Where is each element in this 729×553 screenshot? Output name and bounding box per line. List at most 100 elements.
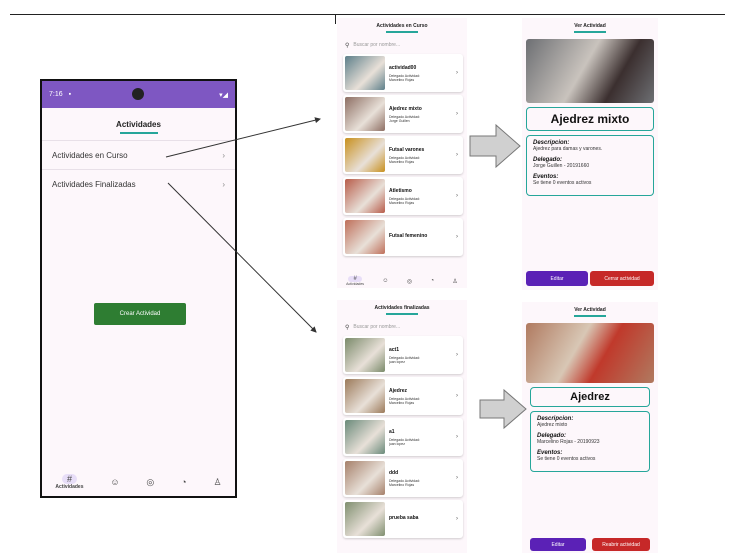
camera-icon: ◎ bbox=[146, 476, 155, 487]
activity-card[interactable]: Futsal varones Delegado Actividad: Marceli… bbox=[343, 136, 463, 174]
card-text: act1 Delegado Actividad: juan lopez bbox=[389, 347, 456, 364]
hash-icon: # bbox=[61, 474, 77, 484]
menu-item-current[interactable]: Actividades en Curso › bbox=[42, 140, 235, 169]
create-activity-button[interactable]: Crear Actividad bbox=[94, 303, 186, 325]
chevron-right-icon: › bbox=[456, 516, 458, 522]
delegate-value: Jorge Guillen - 20191660 bbox=[533, 163, 590, 169]
nav-camera[interactable]: ◎ bbox=[146, 477, 154, 488]
chevron-right-icon: › bbox=[456, 352, 458, 358]
activity-card[interactable]: Ajedrez Delegado Actividad: Marcelino Roja… bbox=[343, 377, 463, 415]
nav-label: Actividades bbox=[55, 484, 84, 490]
canvas: 7:16 ▪ ▾◢ Actividades Actividades en Cur… bbox=[0, 0, 729, 553]
activity-card[interactable]: Ajedrez mixto Delegado Actividad: Jorge Gu… bbox=[343, 95, 463, 133]
title-underline bbox=[119, 132, 158, 134]
camera-icon: ◎ bbox=[406, 278, 413, 285]
delegate-name: Marcelino Rojas bbox=[389, 482, 415, 487]
chevron-right-icon: › bbox=[456, 393, 458, 399]
delegate-name: juan lopez bbox=[389, 441, 405, 446]
activity-info-box: Descripcion: Ajedrez mixto Delegado: Mar… bbox=[530, 411, 650, 472]
activity-card[interactable]: Atletismo Delegado Actividad: Marcelino Ro… bbox=[343, 177, 463, 215]
card-text: a1 Delegado Actividad: juan lopez bbox=[389, 429, 456, 446]
main-phone: 7:16 ▪ ▾◢ Actividades Actividades en Cur… bbox=[40, 79, 237, 498]
chevron-right-icon: › bbox=[456, 70, 458, 76]
events-value: Se tiene 0 eventos activos bbox=[537, 456, 596, 462]
title-underline bbox=[386, 313, 418, 315]
activity-name: Ajedrez mixto bbox=[389, 105, 422, 112]
menu-item-finished[interactable]: Actividades Finalizadas › bbox=[42, 169, 235, 198]
action-buttons: Editar Cerrar actividad bbox=[522, 271, 658, 286]
chevron-right-icon: › bbox=[456, 111, 458, 117]
search-placeholder: Buscar por nombre... bbox=[353, 42, 401, 48]
activity-name: prueba saba bbox=[389, 514, 419, 521]
nav-history[interactable]: ◔ bbox=[430, 278, 434, 284]
title-underline bbox=[386, 31, 418, 33]
camera-notch bbox=[132, 88, 144, 100]
activity-name: Futsal femenino bbox=[389, 232, 428, 239]
edit-button[interactable]: Editar bbox=[530, 538, 586, 551]
nav-activities[interactable]: # Actividades bbox=[55, 474, 84, 490]
divider-line bbox=[335, 14, 336, 24]
activity-card[interactable]: a1 Delegado Actividad: juan lopez › bbox=[343, 418, 463, 456]
card-text: Futsal varones Delegado Actividad: Marceli… bbox=[389, 147, 456, 164]
activity-thumbnail bbox=[345, 56, 385, 90]
block-arrow-finished bbox=[479, 388, 527, 430]
chevron-right-icon: › bbox=[456, 193, 458, 199]
activity-name: Ajedrez bbox=[530, 387, 650, 407]
screen-title: Actividades en Curso bbox=[376, 23, 428, 29]
nav-camera[interactable]: ◎ bbox=[407, 278, 412, 285]
block-arrow-current bbox=[469, 123, 521, 169]
card-text: Futsal femenino bbox=[389, 233, 456, 242]
activity-thumbnail bbox=[345, 502, 385, 536]
activity-thumbnail bbox=[345, 420, 385, 454]
nav-profile[interactable]: ♙ bbox=[213, 477, 221, 488]
activity-card[interactable]: Futsal femenino › bbox=[343, 218, 463, 256]
notification-icon: ▪ bbox=[68, 91, 72, 98]
search-icon: ⚲ bbox=[345, 324, 350, 331]
nav-users[interactable]: ☺ bbox=[382, 278, 388, 284]
menu-item-label: Actividades en Curso bbox=[52, 150, 128, 160]
delegate-name: Jorge Guillen bbox=[389, 118, 410, 123]
profile-icon: ♙ bbox=[213, 476, 222, 487]
activity-thumbnail bbox=[345, 461, 385, 495]
screen-title: Ver Actividad bbox=[574, 23, 606, 29]
delegate-name: juan lopez bbox=[389, 359, 405, 364]
nav-users[interactable]: ☺ bbox=[110, 477, 119, 487]
search-input[interactable]: ⚲ Buscar por nombre... bbox=[337, 39, 467, 51]
nav-label: Actividades bbox=[346, 282, 365, 286]
activity-card[interactable]: prueba saba › bbox=[343, 500, 463, 538]
activity-thumbnail bbox=[345, 338, 385, 372]
activity-card[interactable]: actividad00 Delegado Actividad: Marcelino … bbox=[343, 54, 463, 92]
search-input[interactable]: ⚲ Buscar por nombre... bbox=[337, 321, 467, 333]
reopen-activity-button[interactable]: Reabrir actividad bbox=[592, 538, 650, 551]
activity-card[interactable]: ddd Delegado Actividad: Marcelino Rojas › bbox=[343, 459, 463, 497]
top-rule bbox=[10, 14, 725, 15]
title-underline bbox=[574, 31, 606, 33]
nav-history[interactable]: ◔ bbox=[181, 477, 186, 487]
finished-list-screen: Actividades finalizadas ⚲ Buscar por nomb… bbox=[337, 300, 467, 553]
card-text: ddd Delegado Actividad: Marcelino Rojas bbox=[389, 470, 456, 487]
screen-title: Ver Actividad bbox=[574, 307, 606, 313]
delegate-name: Marcelino Rojas bbox=[389, 77, 415, 82]
activity-name: Atletismo bbox=[389, 187, 412, 194]
card-text: Ajedrez mixto Delegado Actividad: Jorge Gu… bbox=[389, 106, 456, 123]
edit-button[interactable]: Editar bbox=[526, 271, 588, 286]
activity-thumbnail bbox=[345, 138, 385, 172]
signal-icon: ▾◢ bbox=[219, 91, 228, 99]
search-icon: ⚲ bbox=[345, 42, 350, 49]
activity-photo bbox=[526, 39, 654, 103]
page-title: Actividades bbox=[116, 120, 161, 129]
activity-name: actividad00 bbox=[389, 64, 417, 71]
activity-thumbnail bbox=[345, 220, 385, 254]
chevron-right-icon: › bbox=[222, 150, 225, 160]
nav-profile[interactable]: ♙ bbox=[452, 278, 457, 285]
close-activity-button[interactable]: Cerrar actividad bbox=[590, 271, 654, 286]
activity-card[interactable]: act1 Delegado Actividad: juan lopez › bbox=[343, 336, 463, 374]
card-text: Ajedrez Delegado Actividad: Marcelino Roja… bbox=[389, 388, 456, 405]
nav-activities[interactable]: # Actividades bbox=[346, 276, 364, 286]
detail-current-screen: Ver Actividad Ajedrez mixto Descripcion:… bbox=[522, 18, 658, 290]
screen-title: Actividades finalizadas bbox=[374, 305, 430, 311]
activity-thumbnail bbox=[345, 179, 385, 213]
activity-thumbnail bbox=[345, 379, 385, 413]
activity-name: Ajedrez mixto bbox=[526, 107, 654, 131]
current-list-screen: Actividades en Curso ⚲ Buscar por nombre.… bbox=[337, 18, 467, 288]
